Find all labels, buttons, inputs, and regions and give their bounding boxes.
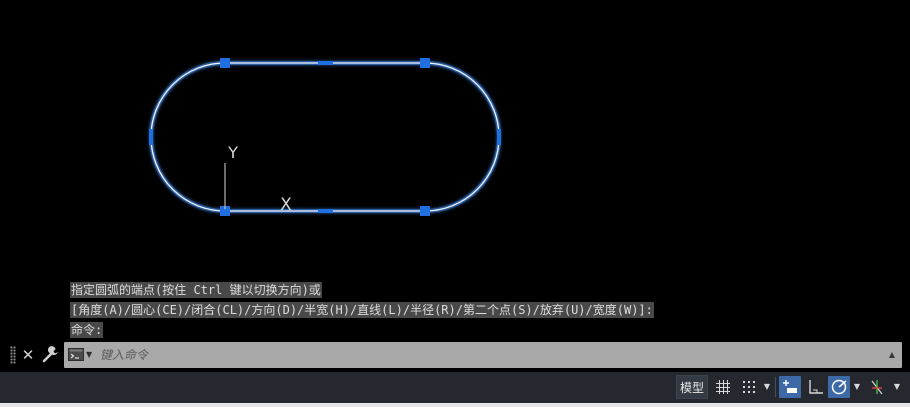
command-line-bar: ✕ ▼ ▲ <box>6 342 902 368</box>
arc-midpoint-grip[interactable] <box>497 129 501 145</box>
caret-up-icon[interactable]: ▲ <box>886 346 898 364</box>
snap-dropdown-icon[interactable]: ▼ <box>762 376 772 398</box>
model-space-button[interactable]: 模型 <box>676 375 708 399</box>
chevron-down-icon[interactable]: ▼ <box>86 346 94 364</box>
ortho-mode-icon[interactable] <box>805 376 827 398</box>
history-line-command: 命令: <box>70 322 104 338</box>
midpoint-grip[interactable] <box>318 209 333 213</box>
history-line-options: [角度(A)/圆心(CE)/闭合(CL)/方向(D)/半宽(H)/直线(L)/半… <box>70 302 654 318</box>
command-prompt-icon[interactable] <box>68 348 84 361</box>
autocad-window: Y X 指定圆弧的端点(按住 Ctrl 键以切换方向)或 [角度(A)/圆心(C… <box>0 0 910 407</box>
selected-polyline[interactable] <box>149 61 501 213</box>
isometric-dropdown-icon[interactable]: ▼ <box>892 376 902 398</box>
command-field[interactable]: ▼ ▲ <box>64 342 902 368</box>
ucs-x-label: X <box>280 195 292 215</box>
grid-icon[interactable] <box>712 376 734 398</box>
vertex-grip[interactable] <box>220 58 230 68</box>
window-bottom-edge <box>0 403 910 407</box>
wrench-icon[interactable] <box>41 346 59 364</box>
polyline-outline <box>150 62 500 212</box>
history-line-prompt: 指定圆弧的端点(按住 Ctrl 键以切换方向)或 <box>70 282 322 298</box>
close-icon[interactable]: ✕ <box>20 345 36 365</box>
infer-constraints-icon[interactable] <box>779 376 801 398</box>
ucs-y-label: Y <box>227 143 238 162</box>
status-bar: 模型 ▼ ▼ ▼ <box>0 372 910 403</box>
grip-icon[interactable] <box>10 346 16 364</box>
polar-dropdown-icon[interactable]: ▼ <box>852 376 862 398</box>
vertex-grip[interactable] <box>420 206 430 216</box>
ucs-icon: Y X <box>224 143 292 215</box>
status-separator <box>775 377 776 397</box>
polar-tracking-icon[interactable] <box>828 376 850 398</box>
midpoint-grip[interactable] <box>318 61 333 65</box>
command-input[interactable] <box>100 345 870 365</box>
vertex-grip[interactable] <box>420 58 430 68</box>
arc-midpoint-grip[interactable] <box>149 129 153 145</box>
isometric-drafting-icon[interactable] <box>866 376 888 398</box>
snap-mode-icon[interactable] <box>738 376 760 398</box>
